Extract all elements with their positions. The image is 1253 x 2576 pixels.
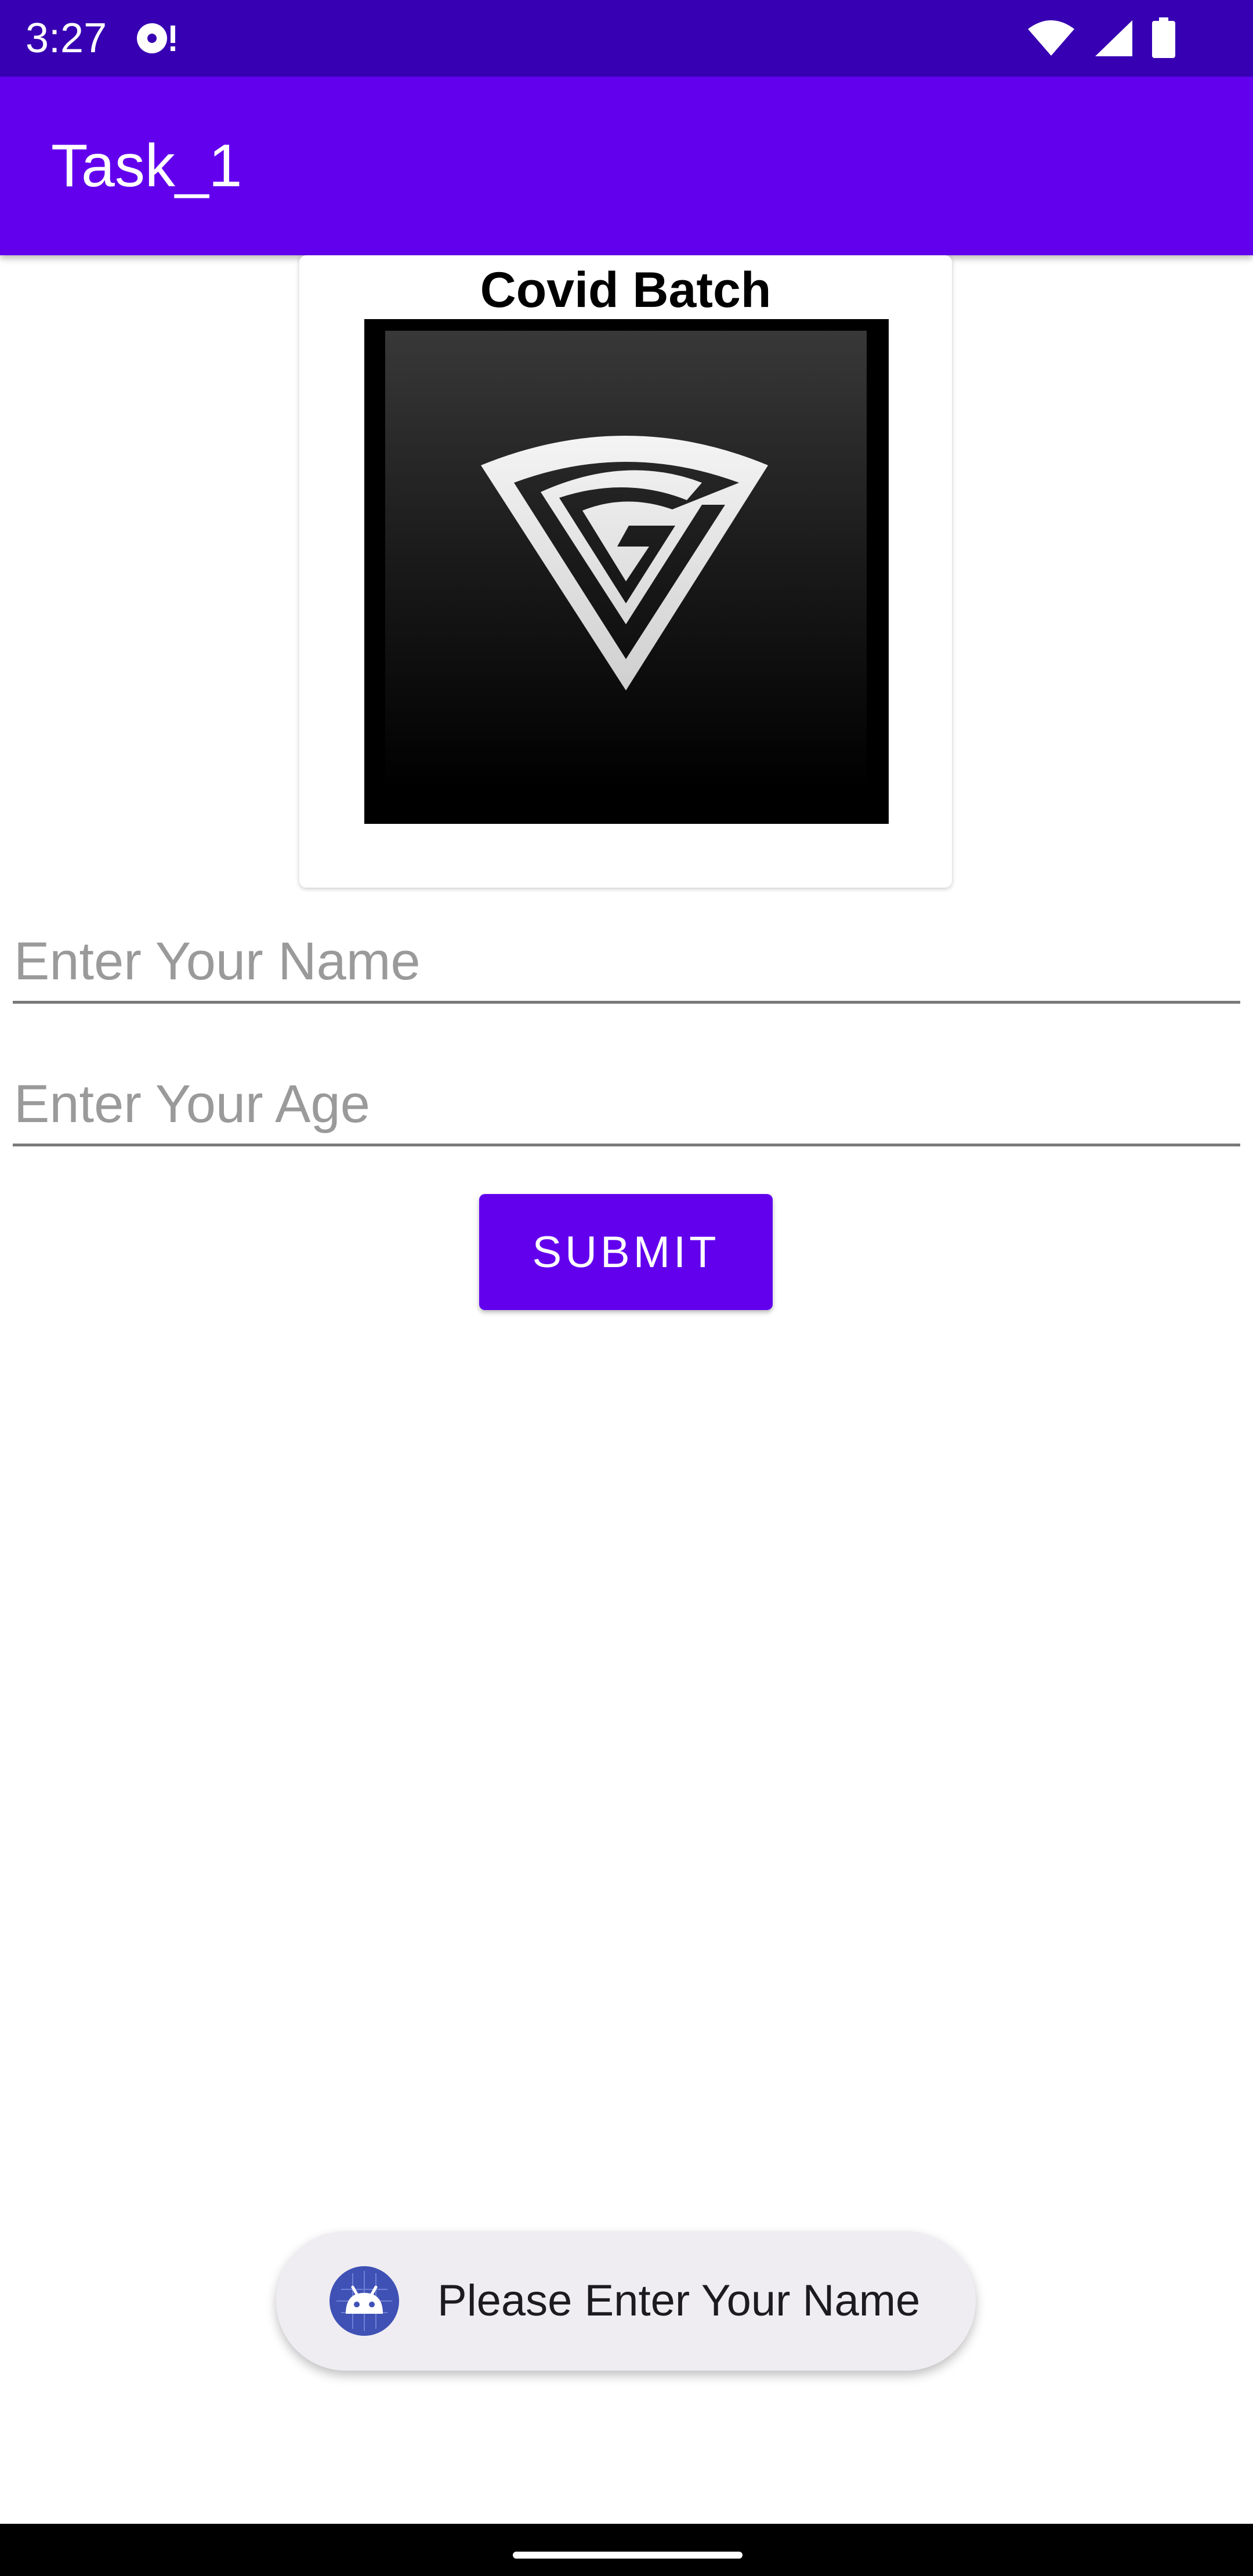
- toast-text: Please Enter Your Name: [437, 2276, 921, 2325]
- navigation-bar: [0, 2524, 1253, 2576]
- card-title: Covid Batch: [480, 262, 772, 318]
- app-bar: Task_1: [0, 77, 1253, 255]
- submit-button[interactable]: SUBMIT: [479, 1194, 773, 1310]
- age-input[interactable]: [13, 1065, 1240, 1146]
- app-title: Task_1: [51, 132, 242, 200]
- wifi-icon: [1027, 20, 1075, 57]
- media-notification-icon: [133, 16, 180, 58]
- cellular-signal-icon: [1093, 19, 1134, 57]
- home-indicator[interactable]: [513, 2552, 743, 2559]
- status-icons: [1027, 15, 1176, 61]
- android-icon: [329, 2266, 399, 2336]
- status-bar: 3:27: [0, 0, 1253, 77]
- logo-image: [364, 319, 889, 824]
- battery-icon: [1151, 17, 1176, 59]
- shield-logo-icon: [385, 331, 867, 789]
- logo-card: Covid Batch: [299, 255, 952, 888]
- screen: 3:27 Task_1 Covid Batch Enter Your Name …: [0, 0, 1253, 2576]
- toast-message: Please Enter Your Name: [276, 2231, 976, 2371]
- status-time: 3:27: [26, 15, 107, 61]
- name-input[interactable]: [13, 922, 1240, 1004]
